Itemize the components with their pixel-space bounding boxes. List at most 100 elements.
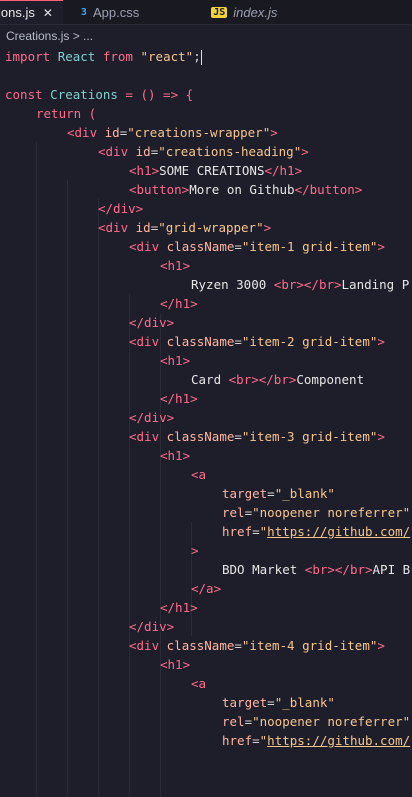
operator: = () => { — [117, 87, 194, 102]
jsx-attribute: href — [222, 733, 253, 748]
keyword: return — [36, 106, 82, 121]
text-cursor — [200, 50, 202, 65]
string: "item-1 grid-item" — [241, 239, 378, 254]
code-line: </h1> — [0, 294, 412, 313]
code-line: <div className="item-2 grid-item"> — [129, 334, 385, 349]
code-line: <a — [0, 465, 412, 484]
jsx-attribute: className — [166, 638, 235, 653]
jsx-text: Landing P — [341, 277, 410, 292]
jsx-tag: <a — [191, 676, 207, 691]
tab-label: App.css — [92, 4, 140, 20]
code-line: const Creations = () => { — [0, 85, 412, 104]
code-line: <div className="item-3 grid-item"> — [129, 429, 385, 444]
jsx-text: Component — [296, 372, 365, 387]
string: "noopener noreferrer" — [252, 505, 411, 520]
jsx-tag: </div> — [129, 315, 175, 330]
string: "_blank" — [274, 695, 335, 710]
punctuation: ; — [193, 49, 201, 64]
jsx-tag: </h1> — [160, 296, 198, 311]
identifier: React — [57, 49, 96, 64]
jsx-tag: <h1> — [160, 353, 191, 368]
code-line: <div className="item-4 grid-item"> — [129, 638, 385, 653]
jsx-tag: <a — [191, 467, 207, 482]
string: "grid-wrapper" — [158, 220, 264, 235]
string: "item-4 grid-item" — [241, 638, 378, 653]
jsx-attribute: id — [135, 144, 151, 159]
jsx-attribute: target — [222, 486, 268, 501]
jsx-tag: <div — [129, 429, 160, 444]
jsx-tag: <br></br> — [228, 372, 297, 387]
code-line: </h1> — [0, 389, 412, 408]
js-file-icon: JS — [211, 6, 228, 18]
code-line: target="_blank" — [222, 695, 335, 710]
jsx-text: More on Github — [189, 182, 295, 197]
code-line: </div> — [0, 617, 412, 636]
code-editor[interactable]: import React from "react"; const Creatio… — [0, 47, 412, 797]
code-line: BDO Market <br></br>API B — [0, 560, 412, 579]
code-line: <div id="grid-wrapper"> — [98, 220, 272, 235]
code-line: <h1>SOME CREATIONS</h1> — [0, 161, 412, 180]
code-line: Ryzen 3000 <br></br>Landing P — [0, 275, 412, 294]
jsx-tag: <br></br> — [304, 562, 373, 577]
code-line: target="_blank" — [222, 486, 335, 501]
string: "creations-heading" — [158, 144, 302, 159]
url-link[interactable]: https://github.com/ — [267, 524, 410, 539]
keyword: from — [102, 49, 133, 64]
jsx-text: Card — [191, 372, 229, 387]
code-line: <a — [0, 674, 412, 693]
jsx-tag: <div — [129, 638, 160, 653]
tab-creations-js[interactable]: ions.js ✕ — [0, 0, 63, 24]
punctuation: ( — [81, 106, 97, 121]
jsx-tag: <h1> — [160, 258, 191, 273]
tab-label: index.js — [233, 4, 278, 20]
keyword: const — [5, 87, 43, 102]
code-line: href="https://github.com/ — [222, 524, 411, 539]
jsx-tag: > — [191, 543, 199, 558]
jsx-tag: <button> — [129, 182, 190, 197]
jsx-attribute: id — [135, 220, 151, 235]
jsx-tag: <div — [129, 239, 160, 254]
jsx-tag: <div — [129, 334, 160, 349]
string: "react" — [140, 49, 194, 64]
jsx-tag: </button> — [294, 182, 363, 197]
code-line: <div className="item-1 grid-item"> — [129, 239, 385, 254]
tab-app-css[interactable]: 3 App.css — [63, 0, 149, 24]
code-line: <div id="creations-wrapper"> — [67, 125, 278, 140]
jsx-attribute: className — [166, 429, 235, 444]
code-line: <h1> — [0, 446, 412, 465]
jsx-attribute: target — [222, 695, 268, 710]
jsx-text: Ryzen 3000 — [191, 277, 274, 292]
jsx-tag: </h1> — [160, 391, 198, 406]
jsx-tag: <div — [98, 220, 129, 235]
code-line: </a> — [0, 579, 412, 598]
code-line: return ( — [0, 104, 412, 123]
jsx-tag: <div — [67, 125, 98, 140]
code-line: </div> — [0, 408, 412, 427]
tab-label: ions.js — [0, 5, 35, 20]
string: "item-3 grid-item" — [241, 429, 378, 444]
jsx-tag: </h1> — [160, 600, 198, 615]
close-icon[interactable]: ✕ — [43, 6, 53, 20]
code-line: import React from "react"; — [0, 47, 412, 66]
jsx-text: SOME CREATIONS — [159, 163, 265, 178]
jsx-tag: </a> — [191, 581, 222, 596]
tab-index-js[interactable]: JS index.js — [149, 0, 287, 24]
code-line: <h1> — [0, 256, 412, 275]
code-line: <h1> — [0, 351, 412, 370]
jsx-tag: <h1> — [160, 657, 191, 672]
string: "creations-wrapper" — [127, 125, 271, 140]
identifier: Creations — [50, 87, 118, 102]
jsx-tag: </div> — [98, 201, 144, 216]
code-line: </div> — [0, 313, 412, 332]
url-link[interactable]: https://github.com/ — [267, 733, 410, 748]
editor-tab-bar: ions.js ✕ 3 App.css JS index.js — [0, 0, 412, 25]
jsx-attribute: className — [166, 334, 235, 349]
jsx-attribute: className — [166, 239, 235, 254]
css-file-icon: 3 — [80, 6, 87, 18]
breadcrumb[interactable]: Creations.js > ... — [0, 25, 412, 47]
code-line: <button>More on Github</button> — [0, 180, 412, 199]
code-line: rel="noopener noreferrer" — [222, 714, 411, 729]
code-line: rel="noopener noreferrer" — [222, 505, 411, 520]
jsx-tag: </div> — [129, 619, 175, 634]
